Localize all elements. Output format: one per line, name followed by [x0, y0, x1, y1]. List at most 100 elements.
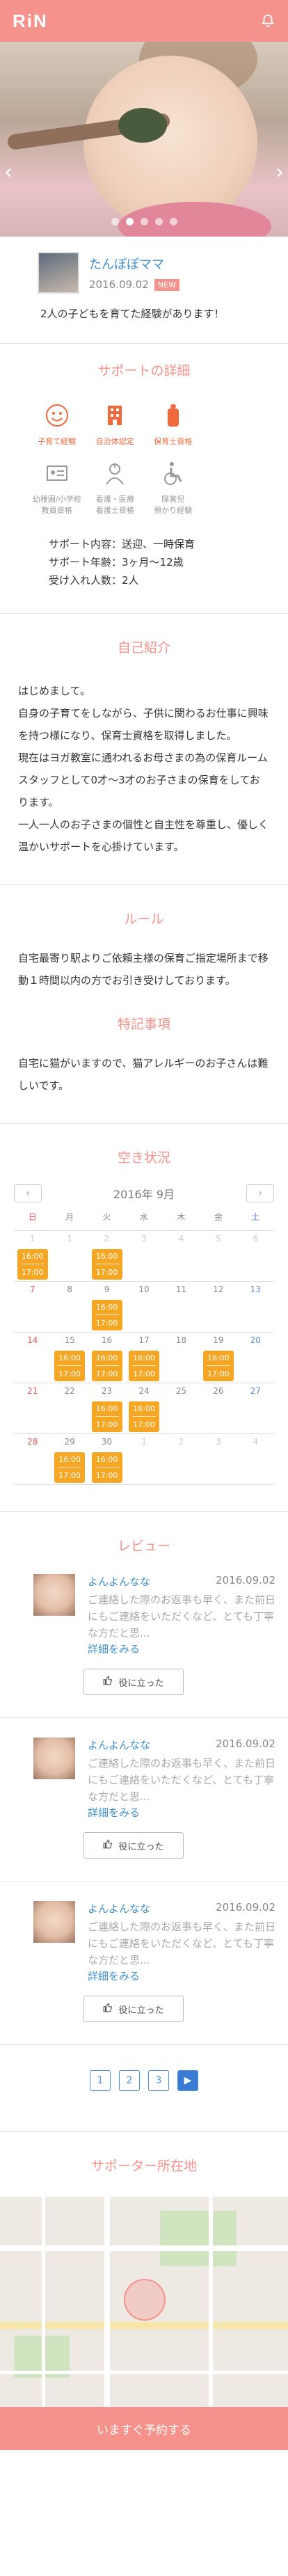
helpful-button[interactable]: 役に立った: [83, 1832, 184, 1859]
carousel-dot[interactable]: [169, 218, 177, 225]
available-slot[interactable]: 16:00 17:00: [128, 1351, 159, 1381]
calendar-day[interactable]: 8: [51, 1282, 88, 1332]
carousel-next-icon[interactable]: ›: [275, 160, 284, 184]
calendar-day[interactable]: 10: [125, 1282, 162, 1332]
day-number: 2: [178, 1437, 184, 1447]
review-more-link[interactable]: 詳細をみる: [88, 1805, 275, 1820]
calendar-day[interactable]: 23 16:00 17:00: [88, 1383, 125, 1433]
page-button[interactable]: 1: [90, 2070, 111, 2091]
calendar-day[interactable]: 12: [200, 1282, 237, 1332]
available-slot[interactable]: 16:00 17:00: [91, 1401, 122, 1432]
calendar-day[interactable]: 3: [125, 1231, 162, 1281]
supporter-name[interactable]: たんぽぽママ: [89, 255, 179, 273]
carousel-dot[interactable]: [140, 218, 148, 225]
day-number: 5: [216, 1234, 221, 1243]
helpful-button[interactable]: 役に立った: [83, 1996, 184, 2022]
available-slot[interactable]: 16:00 17:00: [91, 1351, 122, 1381]
calendar-day[interactable]: 21: [14, 1383, 51, 1433]
calendar-day[interactable]: 15 16:00 17:00: [51, 1333, 88, 1383]
calendar-day[interactable]: 29 16:00 17:00: [51, 1434, 88, 1484]
day-number: 23: [101, 1386, 113, 1396]
carousel-dot[interactable]: [125, 218, 134, 225]
day-number: 3: [216, 1437, 221, 1447]
slot-start-time: 16:00: [21, 1252, 44, 1262]
page-button[interactable]: 3: [148, 2070, 169, 2091]
calendar-day[interactable]: 27: [237, 1383, 274, 1433]
photo-carousel[interactable]: ‹ ›: [0, 42, 288, 237]
available-slot[interactable]: 16:00 17:00: [54, 1452, 86, 1483]
baby-bottle-icon: [159, 401, 187, 431]
support-detail-line: 受け入れ人数：2人: [49, 574, 139, 587]
available-slot[interactable]: 16:00 17:00: [91, 1249, 122, 1280]
day-number: 18: [175, 1335, 187, 1345]
weekday-label: 火: [102, 1212, 111, 1222]
calendar-weekday: 水: [125, 1208, 162, 1230]
next-month-button[interactable]: ›: [246, 1184, 274, 1202]
slot-start-time: 16:00: [95, 1455, 118, 1465]
self-intro-paragraph: 一人一人のお子さまの個性と自主性を尊重し、優しく温かいサポートを心掛けています。: [18, 818, 269, 853]
helpful-button[interactable]: 役に立った: [83, 1669, 184, 1695]
available-slot[interactable]: 16:00 17:00: [17, 1249, 48, 1280]
calendar-day[interactable]: 22: [51, 1383, 88, 1433]
calendar-day[interactable]: 1: [125, 1434, 162, 1484]
carousel-prev-icon[interactable]: ‹: [4, 160, 13, 184]
calendar-day[interactable]: 2: [163, 1434, 200, 1484]
calendar-day[interactable]: 24 16:00 17:00: [125, 1383, 162, 1433]
calendar-day[interactable]: 14: [14, 1333, 51, 1383]
available-slot[interactable]: 16:00 17:00: [128, 1401, 159, 1432]
bell-icon[interactable]: [260, 13, 275, 29]
slot-divider: [95, 1365, 119, 1367]
day-number: 15: [64, 1335, 75, 1345]
qualification-item: [202, 401, 261, 447]
calendar-day[interactable]: 4: [163, 1231, 200, 1281]
page-button[interactable]: 2: [119, 2070, 140, 2091]
calendar-day[interactable]: 1 16:00 17:00: [14, 1231, 51, 1281]
prev-month-button[interactable]: ‹: [14, 1184, 42, 1202]
available-slot[interactable]: 16:00 17:00: [91, 1300, 122, 1330]
calendar-week-row: 14 15 16:00 17:00 16 16:00 17:00 17 16:00 17:00 18…: [14, 1333, 274, 1383]
calendar-day[interactable]: 5: [200, 1231, 237, 1281]
calendar-day[interactable]: 2 16:00 17:00: [88, 1231, 125, 1281]
calendar-day[interactable]: 4: [237, 1434, 274, 1484]
calendar-day[interactable]: 18: [163, 1333, 200, 1383]
available-slot[interactable]: 16:00 17:00: [91, 1452, 122, 1483]
calendar-day[interactable]: 19 16:00 17:00: [200, 1333, 237, 1383]
available-slot[interactable]: 16:00 17:00: [54, 1351, 86, 1381]
review-more-link[interactable]: 詳細をみる: [88, 1969, 275, 1983]
calendar-day[interactable]: 11: [163, 1282, 200, 1332]
calendar-grid: 日月火水木金土 1 16:00 17:00 1 2 16:00 17:00 3 4 5 6 7 8 9 16:…: [0, 1208, 288, 1485]
reviewer-name[interactable]: よんよんなな: [88, 1901, 150, 1916]
reserve-now-button[interactable]: いますぐ予約する: [0, 2407, 288, 2450]
slot-divider: [58, 1467, 82, 1468]
self-intro-paragraph: はじめまして。: [18, 685, 91, 697]
calendar-day[interactable]: 13: [237, 1282, 274, 1332]
calendar-day[interactable]: 30 16:00 17:00: [88, 1434, 125, 1484]
location-map[interactable]: [0, 2197, 288, 2407]
app-logo[interactable]: RiN: [13, 10, 48, 32]
calendar-day[interactable]: 7: [14, 1282, 51, 1332]
carousel-dot[interactable]: [111, 218, 119, 225]
slot-start-time: 16:00: [58, 1353, 81, 1363]
available-slot[interactable]: 16:00 17:00: [202, 1351, 234, 1381]
carousel-dot[interactable]: [154, 218, 163, 225]
day-number: 13: [250, 1285, 261, 1294]
calendar-day[interactable]: 9 16:00 17:00: [88, 1282, 125, 1332]
calendar-day[interactable]: 25: [163, 1383, 200, 1433]
reviewer-name[interactable]: よんよんなな: [88, 1574, 150, 1589]
calendar-day[interactable]: 28: [14, 1434, 51, 1484]
calendar-day[interactable]: 17 16:00 17:00: [125, 1333, 162, 1383]
calendar-day[interactable]: 20: [237, 1333, 274, 1383]
calendar-day[interactable]: 6: [237, 1231, 274, 1281]
next-page-button[interactable]: ▶: [177, 2070, 198, 2091]
qualification-item: 子育て経験: [28, 401, 86, 447]
calendar-day[interactable]: 1: [51, 1231, 88, 1281]
calendar-day[interactable]: 26: [200, 1383, 237, 1433]
qualification-label: 看護・医療 看護士資格: [95, 495, 134, 515]
slot-divider: [206, 1365, 230, 1367]
review-item: よんよんなな 2016.09.02 ご連絡した際のお返事も早く、また前日にもご連絡を…: [0, 1718, 288, 1882]
calendar-day[interactable]: 3: [200, 1434, 237, 1484]
calendar-day[interactable]: 16 16:00 17:00: [88, 1333, 125, 1383]
support-title: サポートの詳細: [97, 363, 191, 379]
reviewer-name[interactable]: よんよんなな: [88, 1738, 150, 1752]
review-more-link[interactable]: 詳細をみる: [88, 1641, 275, 1656]
